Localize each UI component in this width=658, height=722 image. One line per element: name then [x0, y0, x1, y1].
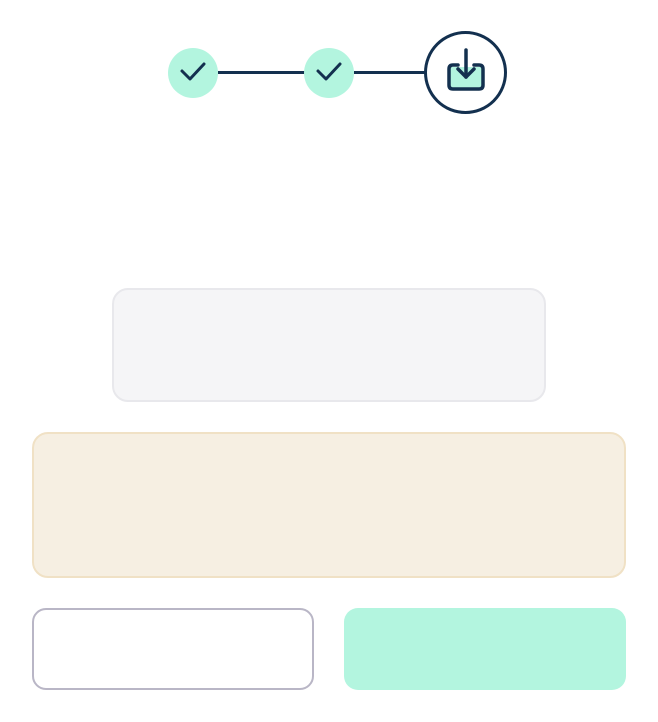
primary-button[interactable]	[344, 608, 626, 690]
step-1-completed	[168, 48, 218, 98]
download-tray-icon	[441, 45, 491, 100]
check-icon	[314, 56, 344, 91]
download-step-page	[0, 0, 658, 722]
progress-stepper	[0, 0, 658, 130]
check-icon	[178, 56, 208, 91]
step-3-current	[424, 31, 507, 114]
step-2-completed	[304, 48, 354, 98]
stepper-connector-1	[218, 71, 305, 74]
info-box	[112, 288, 546, 402]
secondary-button[interactable]	[32, 608, 314, 690]
stepper-connector-2	[354, 71, 426, 74]
notice-box	[32, 432, 626, 578]
